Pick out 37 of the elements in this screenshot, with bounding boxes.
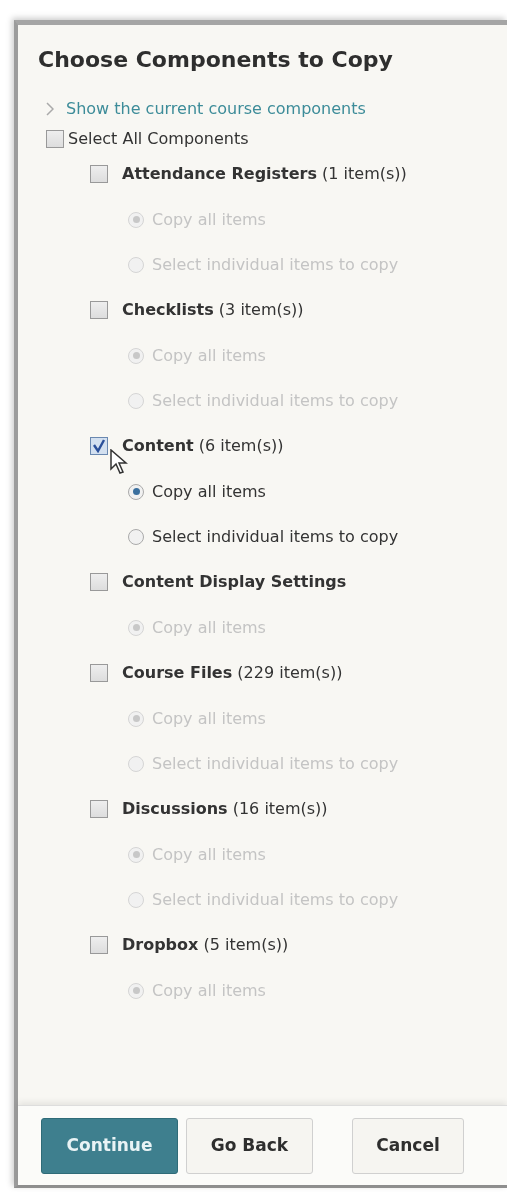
radio-button[interactable]	[128, 256, 144, 273]
component-label: Discussions (16 item(s))	[122, 798, 328, 821]
option-label: Copy all items	[152, 480, 266, 503]
radio-button[interactable]	[128, 846, 144, 863]
component-checkbox[interactable]	[90, 165, 108, 184]
component-checkbox[interactable]	[90, 800, 108, 819]
component-checkbox[interactable]	[90, 301, 108, 320]
footer-button[interactable]: Go Back	[186, 1117, 313, 1174]
component-label: Content (6 item(s))	[122, 435, 284, 458]
radio-button[interactable]	[128, 619, 144, 636]
component-label: Checklists (3 item(s))	[122, 299, 304, 322]
select-all-label: Select All Components	[68, 128, 249, 151]
component-checkbox[interactable]	[90, 437, 108, 456]
radio-button[interactable]	[128, 392, 144, 409]
component-label: Content Display Settings	[122, 571, 347, 594]
chevron-icon	[46, 102, 54, 117]
component-label: Dropbox (5 item(s))	[122, 934, 289, 957]
component-label: Course Files (229 item(s))	[122, 662, 343, 685]
component-checkbox[interactable]	[90, 664, 108, 683]
radio-button[interactable]	[128, 347, 144, 364]
component-checkbox[interactable]	[90, 936, 108, 955]
radio-button[interactable]	[128, 211, 144, 228]
component-checkbox[interactable]	[90, 573, 108, 592]
radio-button[interactable]	[128, 982, 144, 999]
pointer-icon	[110, 449, 128, 475]
show-components-link[interactable]: Show the current course components	[46, 97, 366, 122]
select-all-checkbox[interactable]	[46, 130, 64, 149]
dialog-title: Choose Components to Copy	[37, 46, 394, 74]
continue-button[interactable]: Continue	[41, 1117, 178, 1174]
component-label: Attendance Registers (1 item(s))	[122, 163, 407, 186]
radio-button[interactable]	[128, 710, 144, 727]
option-label: Select individual items to copy	[152, 525, 399, 548]
radio-button[interactable]	[128, 483, 144, 500]
radio-button[interactable]	[128, 755, 144, 772]
footer-button[interactable]: Cancel	[352, 1117, 464, 1174]
radio-button[interactable]	[128, 528, 144, 545]
radio-button[interactable]	[128, 891, 144, 908]
